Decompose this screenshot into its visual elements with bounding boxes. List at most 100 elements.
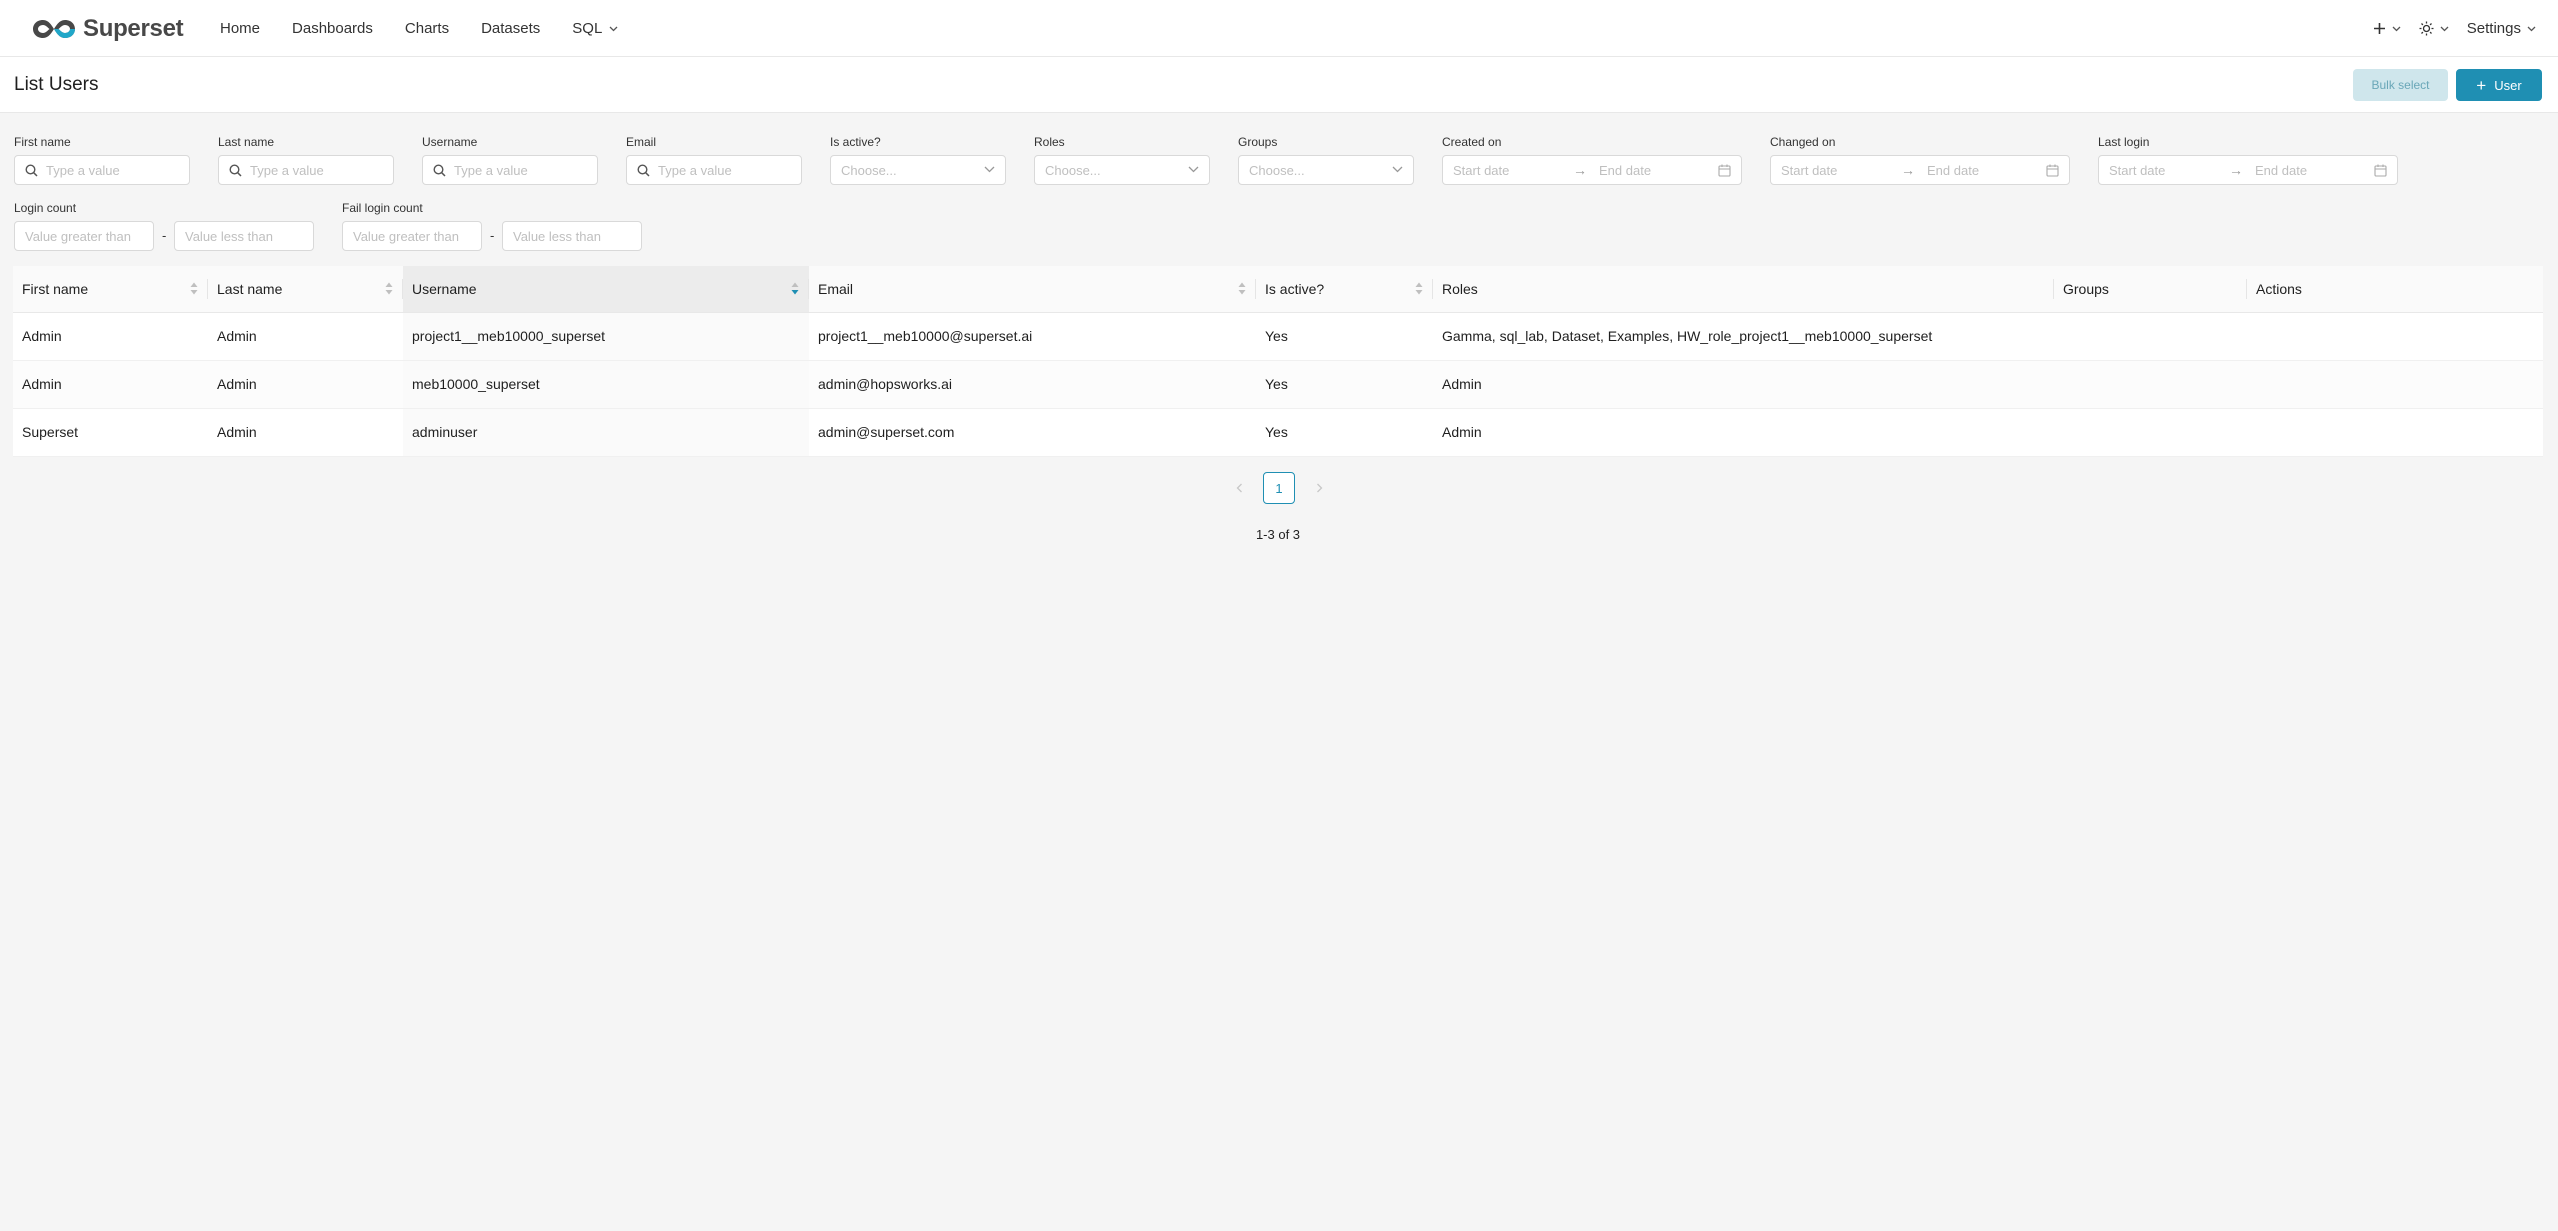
- login-count-min-input[interactable]: Value greater than: [14, 221, 154, 251]
- search-icon: [433, 163, 446, 177]
- created-on-range-picker[interactable]: Start date → End date: [1442, 155, 1742, 185]
- last-name-input[interactable]: Type a value: [218, 155, 394, 185]
- cell-email: admin@superset.com: [809, 408, 1256, 457]
- chevron-down-icon: [609, 26, 618, 31]
- changed-on-range-picker[interactable]: Start date → End date: [1770, 155, 2070, 185]
- end-date[interactable]: End date: [2255, 163, 2307, 178]
- cell-last-name: Admin: [208, 312, 403, 361]
- filter-created-on: Created on Start date → End date: [1442, 135, 1742, 185]
- sun-icon: [2419, 21, 2434, 36]
- brand-name: Superset: [83, 15, 184, 42]
- nav-sql-label: SQL: [572, 20, 603, 37]
- nav-right-menu: Settings: [2355, 0, 2536, 57]
- top-navbar: Superset Home Dashboards Charts Datasets…: [0, 0, 2558, 57]
- start-date[interactable]: Start date: [2109, 163, 2229, 178]
- filter-username: Username Type a value: [422, 135, 598, 185]
- column-header-email[interactable]: Email: [809, 266, 1256, 313]
- add-user-button[interactable]: + User: [2456, 69, 2542, 101]
- range-separator: -: [162, 228, 167, 243]
- plus-icon: +: [2476, 75, 2487, 95]
- cell-roles: Admin: [1433, 360, 2054, 409]
- filter-is-active: Is active? Choose...: [830, 135, 1006, 185]
- start-date[interactable]: Start date: [1781, 163, 1901, 178]
- filter-label: Groups: [1238, 135, 1278, 149]
- table-row[interactable]: Admin Admin project1__meb10000_superset …: [13, 312, 2543, 361]
- filter-label: Email: [626, 135, 657, 149]
- filter-label: Login count: [14, 201, 77, 215]
- nav-sql[interactable]: SQL: [572, 20, 618, 37]
- column-header-is-active[interactable]: Is active?: [1256, 266, 1433, 313]
- page-number-button[interactable]: 1: [1263, 472, 1295, 504]
- first-name-input[interactable]: Type a value: [14, 155, 190, 185]
- filter-roles: Roles Choose...: [1034, 135, 1210, 185]
- chevron-down-icon: [2440, 26, 2449, 31]
- last-login-range-picker[interactable]: Start date → End date: [2098, 155, 2398, 185]
- sort-ascending-icon: [791, 282, 799, 295]
- start-date[interactable]: Start date: [1453, 163, 1573, 178]
- end-date[interactable]: End date: [1599, 163, 1651, 178]
- column-label: Groups: [2063, 280, 2109, 297]
- roles-select[interactable]: Choose...: [1034, 155, 1210, 185]
- nav-datasets[interactable]: Datasets: [481, 20, 540, 37]
- chevron-down-icon: [2527, 26, 2536, 31]
- chevron-right-icon: [1316, 483, 1322, 493]
- bulk-select-button[interactable]: Bulk select: [2353, 69, 2448, 101]
- chevron-down-icon: [1188, 166, 1199, 173]
- prev-page-button[interactable]: [1224, 473, 1254, 503]
- pagination: 1: [1224, 472, 1334, 504]
- username-input[interactable]: Type a value: [422, 155, 598, 185]
- cell-username: adminuser: [403, 408, 809, 457]
- column-header-first-name[interactable]: First name: [13, 266, 208, 313]
- filter-groups: Groups Choose...: [1238, 135, 1414, 185]
- table-header-row: First name Last name Username Email Is a…: [13, 266, 2543, 313]
- cell-roles: Admin: [1433, 408, 2054, 457]
- end-date[interactable]: End date: [1927, 163, 1979, 178]
- cell-actions: [2247, 312, 2543, 361]
- settings-label: Settings: [2466, 20, 2521, 37]
- nav-dashboards[interactable]: Dashboards: [292, 20, 373, 37]
- column-header-last-name[interactable]: Last name: [208, 266, 403, 313]
- placeholder: Type a value: [46, 162, 120, 178]
- filter-label: Fail login count: [342, 201, 423, 215]
- settings-menu[interactable]: Settings: [2467, 20, 2536, 37]
- filter-login-count: Login count Value greater than - Value l…: [14, 201, 314, 251]
- theme-menu[interactable]: [2419, 21, 2449, 36]
- fail-login-count-max-input[interactable]: Value less than: [502, 221, 642, 251]
- next-page-button[interactable]: [1304, 473, 1334, 503]
- page-header: List Users Bulk select + User: [0, 57, 2558, 113]
- range-separator: -: [490, 228, 495, 243]
- is-active-select[interactable]: Choose...: [830, 155, 1006, 185]
- filter-label: First name: [14, 135, 71, 149]
- nav-charts[interactable]: Charts: [405, 20, 449, 37]
- fail-login-count-min-input[interactable]: Value greater than: [342, 221, 482, 251]
- table-row[interactable]: Superset Admin adminuser admin@superset.…: [13, 408, 2543, 457]
- column-label: Is active?: [1265, 280, 1325, 297]
- cell-actions: [2247, 408, 2543, 457]
- column-label: Email: [818, 280, 854, 297]
- nav-home[interactable]: Home: [220, 20, 260, 37]
- new-menu[interactable]: [2373, 22, 2401, 35]
- sort-icon: [1415, 282, 1423, 295]
- groups-select[interactable]: Choose...: [1238, 155, 1414, 185]
- filter-label: Roles: [1034, 135, 1065, 149]
- login-count-max-input[interactable]: Value less than: [174, 221, 314, 251]
- users-table: First name Last name Username Email Is a…: [13, 266, 2543, 457]
- cell-is-active: Yes: [1256, 360, 1433, 409]
- cell-roles: Gamma, sql_lab, Dataset, Examples, HW_ro…: [1433, 312, 2054, 361]
- filter-label: Last name: [218, 135, 275, 149]
- column-label: Username: [412, 280, 477, 297]
- filter-label: Changed on: [1770, 135, 1836, 149]
- arrow-right-icon: →: [1901, 162, 1915, 178]
- table-row[interactable]: Admin Admin meb10000_superset admin@hops…: [13, 360, 2543, 409]
- cell-actions: [2247, 360, 2543, 409]
- arrow-right-icon: →: [1573, 162, 1587, 178]
- cell-email: project1__meb10000@superset.ai: [809, 312, 1256, 361]
- filter-first-name: First name Type a value: [14, 135, 190, 185]
- email-input[interactable]: Type a value: [626, 155, 802, 185]
- cell-is-active: Yes: [1256, 408, 1433, 457]
- placeholder: Type a value: [250, 162, 324, 178]
- column-header-username[interactable]: Username: [403, 266, 809, 313]
- cell-username: project1__meb10000_superset: [403, 312, 809, 361]
- superset-logo[interactable]: Superset: [31, 14, 184, 44]
- filter-changed-on: Changed on Start date → End date: [1770, 135, 2070, 185]
